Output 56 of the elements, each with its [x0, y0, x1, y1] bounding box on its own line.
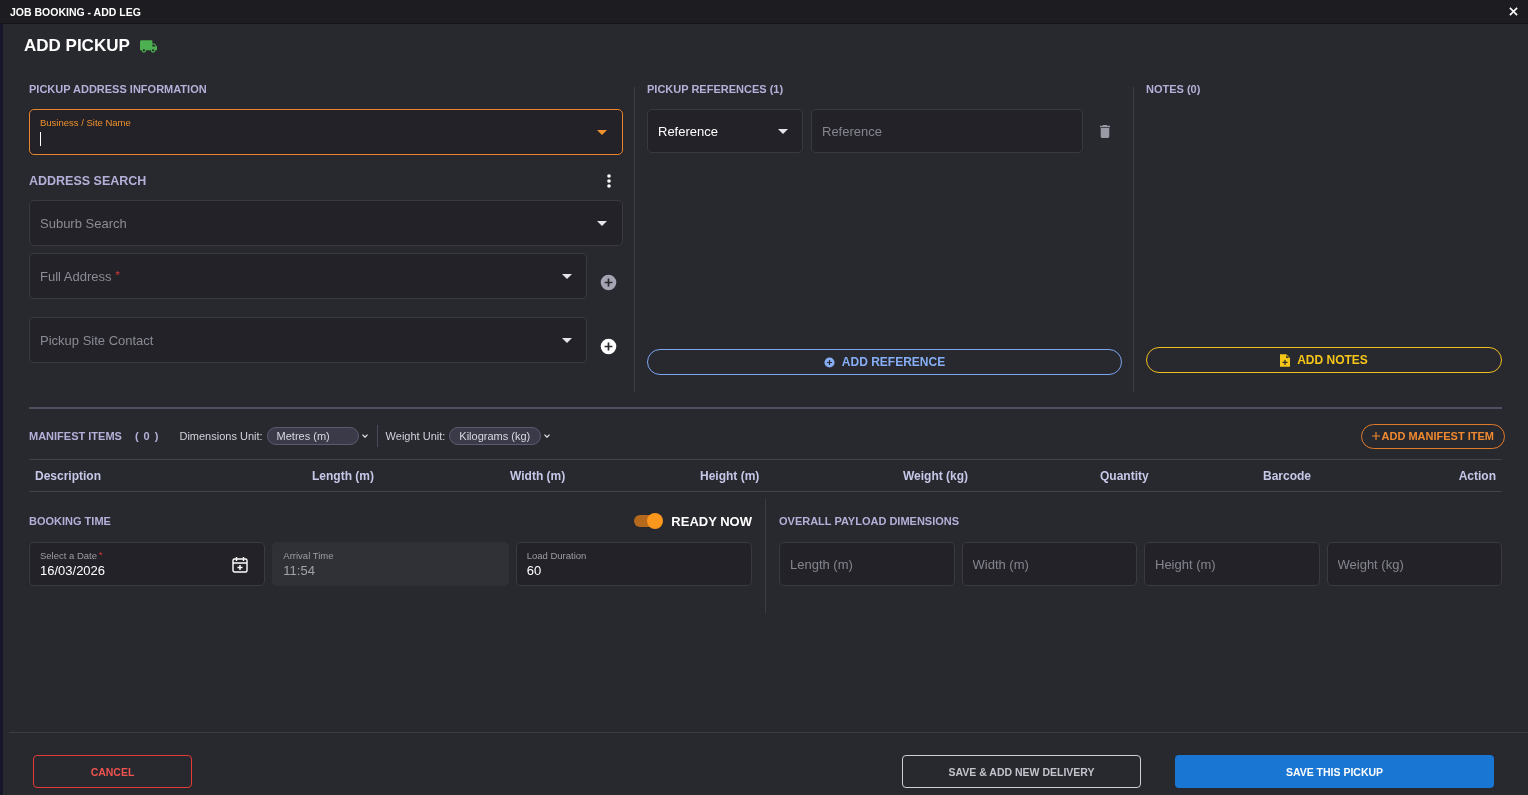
text-input[interactable]: Length (m) — [779, 542, 955, 586]
section-title: OVERALL PAYLOAD DIMENSIONS — [779, 515, 960, 527]
column-header: Barcode — [1262, 468, 1313, 483]
plus-icon — [1371, 432, 1380, 440]
dropdown-field[interactable]: Pickup Site Contact — [29, 317, 587, 363]
column-header: Quantity — [1099, 468, 1150, 483]
column-header: Length (m) — [311, 468, 375, 483]
text-cursor-icon — [40, 131, 41, 146]
column-header: Action — [1457, 468, 1497, 483]
unit-dropdown[interactable]: Metres (m) — [266, 427, 359, 445]
trash-icon[interactable] — [1100, 124, 1110, 138]
dropdown-field[interactable]: Suburb Search — [29, 200, 623, 246]
caret-icon — [597, 129, 607, 135]
plus-circle-icon — [823, 356, 835, 368]
page-title: ADD PICKUP — [24, 36, 130, 56]
truck-icon — [139, 39, 157, 53]
dropdown-field[interactable]: Business / Site Name — [29, 109, 623, 155]
column-header: Weight (kg) — [902, 468, 970, 483]
unit-dropdown[interactable]: Kilograms (kg) — [449, 427, 542, 445]
dropdown-field[interactable]: Full Address * — [29, 253, 587, 299]
calendar-icon[interactable] — [232, 555, 249, 573]
section-title: PICKUP REFERENCES (1) — [647, 83, 785, 95]
text-input[interactable]: Reference — [811, 109, 1083, 153]
item-count: ( 0 ) — [134, 430, 160, 442]
column-header: Description — [34, 468, 102, 483]
column-header: Height (m) — [699, 468, 761, 483]
switch-label: READY NOW — [671, 513, 752, 529]
section-title: BOOKING TIME — [29, 515, 111, 527]
caret-icon — [562, 273, 572, 279]
duration-field[interactable]: Load Duration 60 — [515, 542, 752, 586]
text-input[interactable]: Weight (kg) — [1326, 542, 1502, 586]
window-title: JOB BOOKING - ADD LEG — [10, 5, 141, 18]
unit-label: Weight Unit: — [385, 430, 446, 442]
text-input[interactable]: Height (m) — [1144, 542, 1320, 586]
kebab-menu-icon[interactable] — [607, 174, 611, 188]
chevron-down-icon[interactable] — [544, 434, 551, 438]
caret-icon — [562, 337, 572, 343]
section-title: NOTES (0) — [1146, 83, 1202, 95]
column-header: Width (m) — [509, 468, 567, 483]
date-field[interactable]: Select a Date * 16/03/2026 — [29, 542, 266, 586]
cancel-button[interactable]: CANCEL — [33, 755, 192, 788]
plus-circle-icon[interactable] — [600, 338, 617, 355]
toggle-switch[interactable] — [633, 513, 664, 529]
chevron-down-icon[interactable] — [361, 434, 368, 438]
unit-label: Dimensions Unit: — [179, 430, 263, 442]
close-icon[interactable] — [1509, 7, 1518, 16]
save-add-delivery-button[interactable]: SAVE & ADD NEW DELIVERY — [902, 755, 1141, 788]
section-title: MANIFEST ITEMS — [29, 430, 122, 442]
file-plus-icon — [1280, 353, 1291, 367]
caret-icon — [597, 220, 607, 226]
dropdown-field[interactable]: Reference — [647, 109, 803, 153]
section-title: ADDRESS SEARCH — [29, 174, 147, 188]
save-pickup-button[interactable]: SAVE THIS PICKUP — [1175, 755, 1494, 788]
section-title: PICKUP ADDRESS INFORMATION — [29, 83, 208, 95]
caret-icon — [778, 128, 788, 134]
text-input[interactable]: Width (m) — [961, 542, 1137, 586]
